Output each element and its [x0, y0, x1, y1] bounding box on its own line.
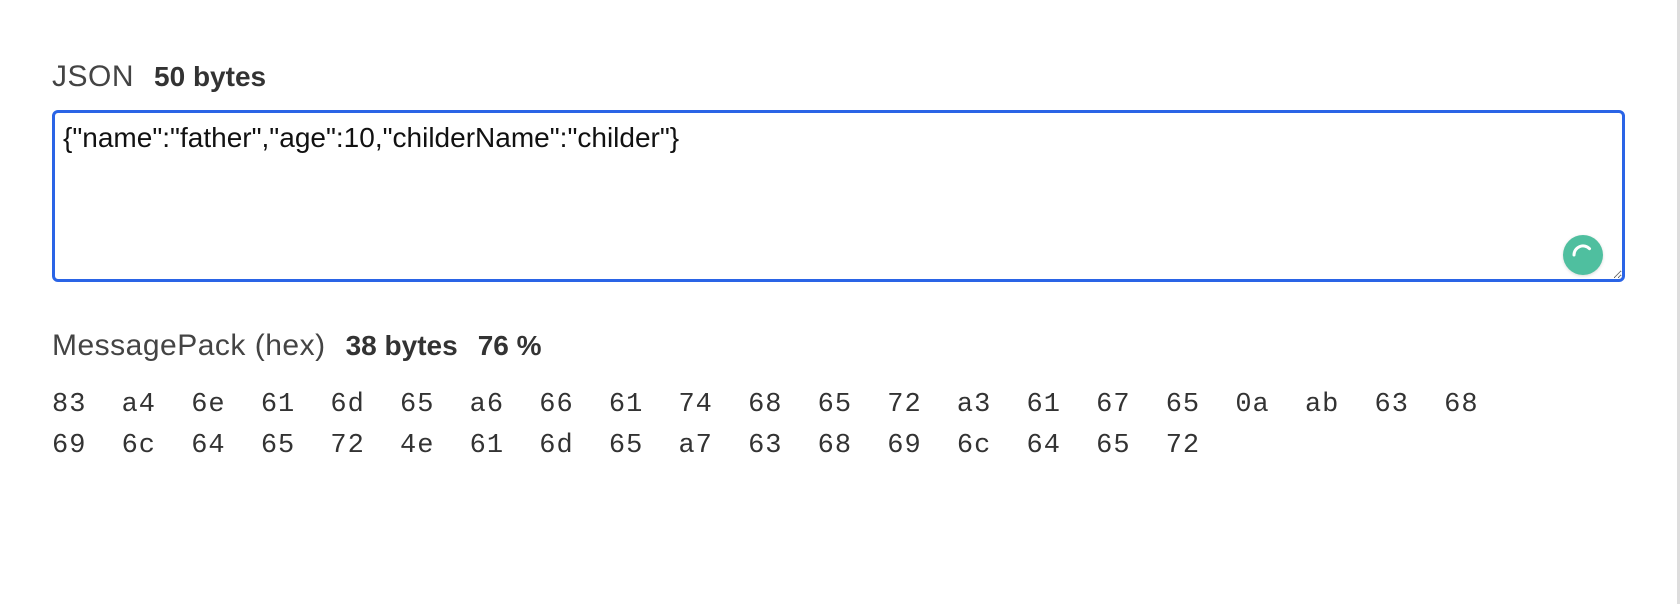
json-bytes-label: 50 bytes — [154, 61, 266, 93]
json-input-wrap: {"name":"father","age":10,"childerName":… — [52, 110, 1625, 287]
refresh-icon — [1571, 243, 1595, 267]
json-input[interactable]: {"name":"father","age":10,"childerName":… — [52, 110, 1625, 282]
msgpack-hex-output: 83 a4 6e 61 6d 65 a6 66 61 74 68 65 72 a… — [52, 385, 1497, 466]
status-badge[interactable] — [1563, 235, 1603, 275]
msgpack-percent-label: 76 % — [478, 330, 542, 362]
json-header-row: JSON 50 bytes — [52, 60, 1625, 94]
page-root: JSON 50 bytes {"name":"father","age":10,… — [0, 0, 1680, 604]
msgpack-header-row: MessagePack (hex) 38 bytes 76 % — [52, 329, 1625, 363]
msgpack-title: MessagePack (hex) — [52, 329, 326, 363]
msgpack-bytes-label: 38 bytes — [346, 330, 458, 362]
json-title: JSON — [52, 60, 134, 94]
